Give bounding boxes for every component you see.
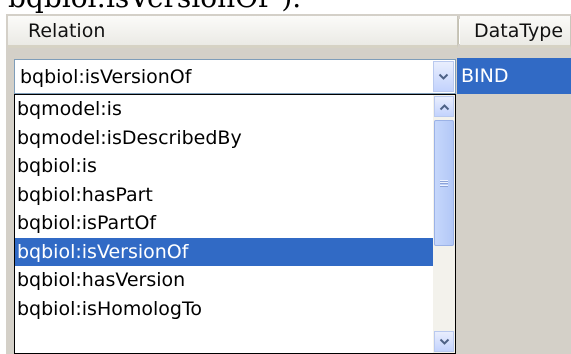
list-item[interactable]: bqbiol:isPartOf — [15, 209, 433, 238]
grip-icon — [440, 179, 448, 187]
list-item[interactable]: bqbiol:isHomologTo — [15, 295, 433, 324]
relation-combobox[interactable]: bqbiol:isVersionOf — [14, 59, 456, 94]
column-header-datatype[interactable]: DataType — [460, 16, 571, 48]
list-item-selected[interactable]: bqbiol:isVersionOf — [15, 237, 433, 266]
list-item[interactable]: bqbiol:hasVersion — [15, 266, 433, 295]
chevron-down-icon — [438, 73, 449, 80]
scrollbar-thumb[interactable] — [434, 120, 454, 246]
chevron-down-icon — [439, 338, 449, 345]
list-item[interactable]: bqbiol:is — [15, 152, 433, 181]
relation-dropdown-list[interactable]: bqmodel:is bqmodel:isDescribedBy bqbiol:is… — [14, 94, 456, 354]
partial-text-above: bqbiol:isVersionOf"). — [8, 0, 301, 14]
list-item[interactable]: bqbiol:hasPart — [15, 181, 433, 210]
relation-grid: Relation DataType bqbiol:isVersionOf BIN… — [6, 14, 571, 354]
column-header-relation[interactable]: Relation — [8, 16, 458, 48]
scroll-down-button[interactable] — [434, 331, 454, 352]
vertical-scrollbar[interactable] — [433, 95, 455, 353]
list-item[interactable]: bqmodel:is — [15, 95, 433, 124]
relation-combobox-value: bqbiol:isVersionOf — [20, 66, 192, 88]
list-item[interactable]: bqmodel:isDescribedBy — [15, 124, 433, 153]
scroll-up-button[interactable] — [434, 96, 454, 117]
chevron-up-icon — [439, 103, 449, 110]
dropdown-items: bqmodel:is bqmodel:isDescribedBy bqbiol:is… — [15, 95, 433, 323]
datatype-cell[interactable]: BIND — [457, 58, 571, 94]
combobox-dropdown-button[interactable] — [433, 61, 454, 92]
